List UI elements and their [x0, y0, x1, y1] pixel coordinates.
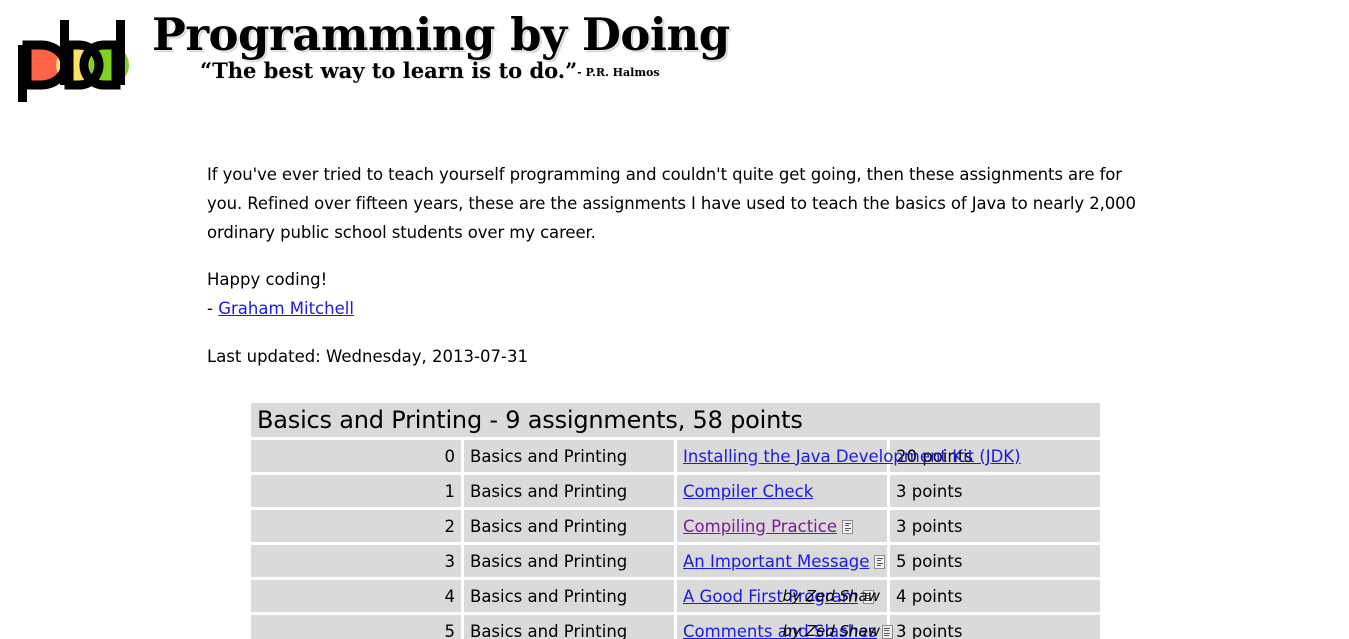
row-number: 3 — [251, 545, 461, 577]
row-unit: Basics and Printing — [464, 440, 674, 472]
row-points: 4 points — [890, 580, 1100, 612]
intro-paragraph: If you've ever tried to teach yourself p… — [207, 165, 1136, 242]
section-title: Basics and Printing - 9 assignments, 58 … — [251, 403, 1100, 437]
row-unit: Basics and Printing — [464, 475, 674, 507]
row-points: 5 points — [890, 545, 1100, 577]
signoff-greeting: Happy coding! — [207, 270, 328, 289]
signoff-block: Happy coding! - Graham Mitchell — [207, 265, 1349, 323]
tagline-attribution: - P.R. Halmos — [577, 66, 660, 79]
last-updated: Last updated: Wednesday, 2013-07-31 — [207, 347, 528, 366]
row-byline: by Zed Shaw — [782, 622, 880, 639]
row-title-cell: Comments and Slashes by Zed Shaw — [677, 615, 893, 639]
author-link[interactable]: Graham Mitchell — [218, 299, 354, 318]
main-content: If you've ever tried to teach yourself p… — [0, 160, 1349, 639]
page-title: Programming by Doing — [152, 8, 730, 61]
site-banner: Programming by Doing “The best way to le… — [0, 0, 1349, 108]
tagline-quote: “The best way to learn is to do.” — [200, 58, 578, 83]
site-tagline: “The best way to learn is to do.”- P.R. … — [152, 58, 730, 83]
row-title-cell: A Good First Program by Zed Shaw — [677, 580, 887, 612]
row-number: 2 — [251, 510, 461, 542]
row-unit: Basics and Printing — [464, 580, 674, 612]
table-row: 5 Basics and Printing Comments and Slashes… — [251, 615, 1100, 639]
signoff-dash: - — [207, 299, 219, 318]
row-unit: Basics and Printing — [464, 510, 674, 542]
row-title-cell: Installing the Java Development Kit (JDK… — [677, 440, 1021, 472]
table-row: 2 Basics and Printing Compiling Practice 3 … — [251, 510, 1100, 542]
document-notes-icon[interactable] — [874, 554, 886, 569]
pbd-logo — [8, 8, 130, 104]
document-notes-icon[interactable] — [881, 624, 893, 639]
assignment-link[interactable]: An Important Message — [683, 552, 869, 571]
row-byline: by Zed Shaw — [782, 587, 880, 605]
table-row: 1 Basics and Printing Compiler Check 3 poin… — [251, 475, 1100, 507]
row-unit: Basics and Printing — [464, 545, 674, 577]
row-number: 1 — [251, 475, 461, 507]
row-number: 0 — [251, 440, 461, 472]
row-title-cell: Compiler Check — [677, 475, 887, 507]
title-block: Programming by Doing “The best way to le… — [152, 8, 730, 83]
row-points: 3 points — [890, 615, 1100, 639]
assignments-table: Basics and Printing - 9 assignments, 58 … — [248, 400, 1103, 639]
row-points: 3 points — [890, 475, 1100, 507]
row-title-cell: Compiling Practice — [677, 510, 887, 542]
table-row: 4 Basics and Printing A Good First Program… — [251, 580, 1100, 612]
assignment-link[interactable]: Compiler Check — [683, 482, 813, 501]
document-notes-icon[interactable] — [842, 519, 853, 534]
assignment-link[interactable]: Installing the Java Development Kit (JDK… — [683, 447, 1021, 466]
assignments-table-body: Basics and Printing - 9 assignments, 58 … — [251, 403, 1100, 639]
section-header-row: Basics and Printing - 9 assignments, 58 … — [251, 403, 1100, 437]
table-row: 3 Basics and Printing An Important Message… — [251, 545, 1100, 577]
assignments-table-wrapper: Basics and Printing - 9 assignments, 58 … — [207, 400, 1349, 639]
table-row: 0 Basics and Printing Installing the Java … — [251, 440, 1100, 472]
row-number: 5 — [251, 615, 461, 639]
row-points: 3 points — [890, 510, 1100, 542]
assignment-link[interactable]: Compiling Practice — [683, 517, 837, 536]
row-title-cell: An Important Message — [677, 545, 887, 577]
row-number: 4 — [251, 580, 461, 612]
row-unit: Basics and Printing — [464, 615, 674, 639]
